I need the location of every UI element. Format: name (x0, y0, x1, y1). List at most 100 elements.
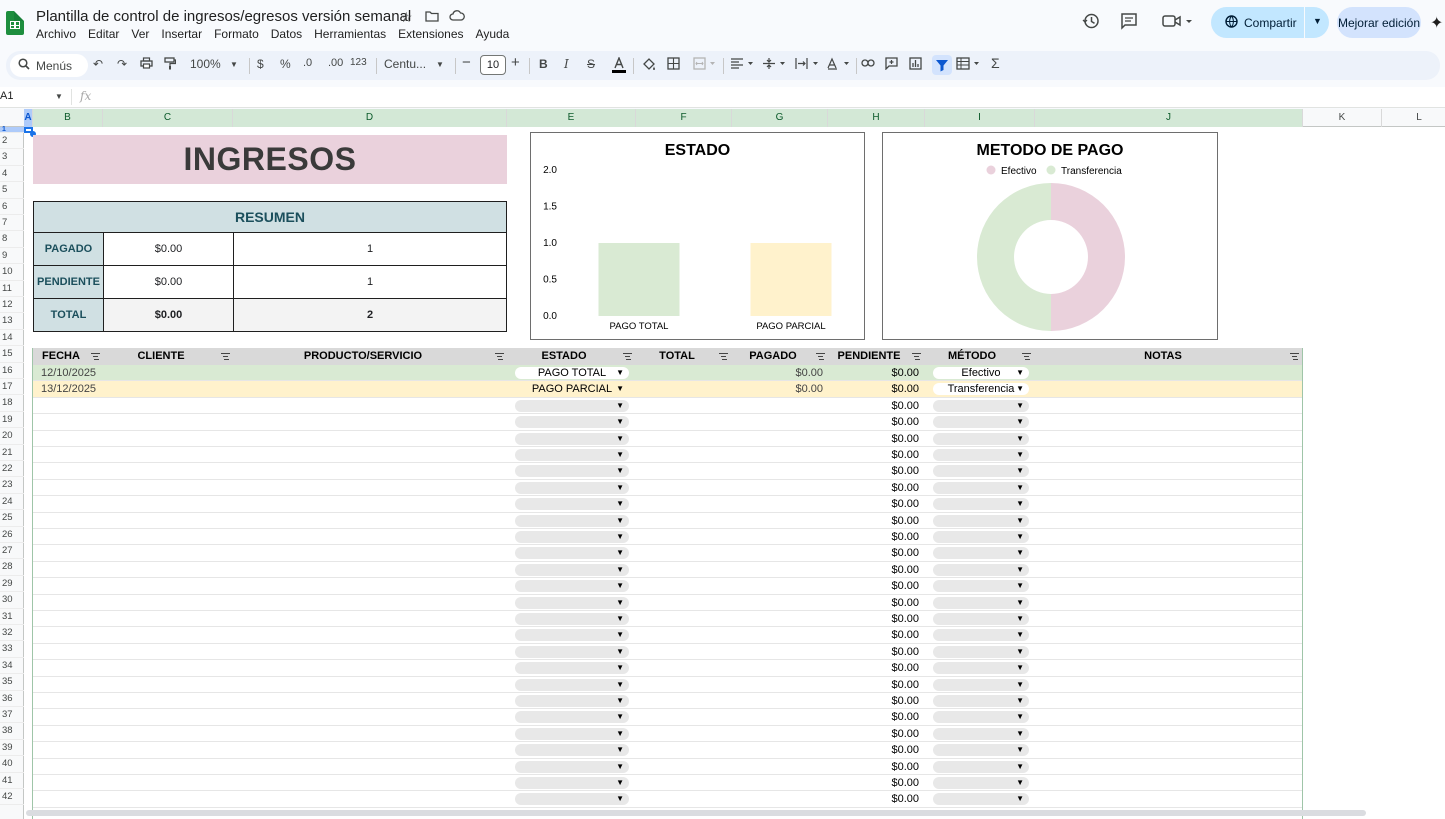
estado-dropdown[interactable]: ▼ (515, 678, 629, 691)
filter-total-icon[interactable] (719, 352, 728, 361)
row-header[interactable]: 26 (0, 527, 24, 543)
resumen-row-pendiente[interactable]: PENDIENTE $0.00 1 (33, 266, 507, 299)
star-icon[interactable]: ☆ (400, 9, 413, 26)
table-row[interactable]: ▼ $0.00 ▼ (33, 644, 1302, 661)
table-row[interactable]: ▼ $0.00 ▼ (33, 431, 1302, 447)
metodo-dropdown[interactable]: ▼ (933, 613, 1029, 625)
filter-cliente-icon[interactable] (221, 352, 230, 361)
metodo-dropdown[interactable]: Transferencia ▼ (933, 383, 1029, 396)
metodo-dropdown[interactable]: ▼ (933, 416, 1029, 429)
row-header[interactable]: 16 (0, 363, 24, 379)
metodo-dropdown[interactable]: ▼ (933, 760, 1029, 773)
gemini-sparkle-icon[interactable]: ✦ (1430, 13, 1443, 33)
header-producto[interactable]: PRODUCTO/SERVICIO (233, 348, 493, 365)
row-header[interactable]: 15 (0, 346, 24, 363)
estado-dropdown[interactable]: ▼ (515, 744, 629, 757)
row-header[interactable]: 23 (0, 477, 24, 494)
row-header[interactable]: 31 (0, 609, 24, 625)
estado-dropdown[interactable]: ▼ (515, 777, 629, 789)
estado-dropdown[interactable]: ▼ (515, 416, 629, 429)
share-dropdown-icon[interactable]: ▼ (1313, 16, 1322, 26)
row-header[interactable]: 2 (0, 133, 24, 150)
filter-metodo-icon[interactable] (1022, 352, 1031, 361)
row-header[interactable]: 13 (0, 313, 24, 330)
menu-ver[interactable]: Ver (131, 27, 155, 41)
filter-pendiente-icon[interactable] (912, 352, 921, 361)
row-header[interactable]: 5 (0, 182, 24, 199)
row-header[interactable]: 40 (0, 756, 24, 773)
metodo-dropdown[interactable]: ▼ (933, 711, 1029, 724)
resumen-row-pagado[interactable]: PAGADO $0.00 1 (33, 233, 507, 266)
zoom-dropdown-icon[interactable]: ▼ (230, 60, 238, 69)
row-header[interactable]: 10 (0, 264, 24, 281)
metodo-dropdown[interactable]: ▼ (933, 662, 1029, 675)
upgrade-button[interactable]: Mejorar edición (1337, 7, 1421, 38)
metodo-dropdown[interactable]: ▼ (933, 777, 1029, 789)
meet-video-icon[interactable] (1162, 12, 1192, 35)
undo-icon[interactable]: ↶ (93, 57, 103, 71)
row-header[interactable]: 12 (0, 297, 24, 314)
strikethrough-icon[interactable]: S (587, 57, 595, 71)
estado-dropdown[interactable]: ▼ (515, 580, 629, 593)
menu-formato[interactable]: Formato (214, 27, 265, 41)
estado-dropdown[interactable]: PAGO PARCIAL ▼ (515, 383, 629, 396)
comments-icon[interactable] (1120, 12, 1138, 35)
metodo-dropdown[interactable]: ▼ (933, 481, 1029, 494)
table-row[interactable]: ▼ $0.00 ▼ (33, 693, 1302, 710)
row-header[interactable]: 38 (0, 723, 24, 740)
estado-dropdown[interactable]: ▼ (515, 711, 629, 724)
horizontal-align-icon[interactable] (730, 57, 756, 73)
estado-chart[interactable]: ESTADO 0.0 0.5 1.0 1.5 2.0 PAGO TOTAL PAGO PAR… (530, 132, 865, 340)
table-row[interactable]: ▼ $0.00 ▼ (33, 627, 1302, 644)
estado-dropdown[interactable]: ▼ (515, 498, 629, 511)
metodo-dropdown[interactable]: ▼ (933, 793, 1029, 806)
bar-pago-total[interactable] (598, 243, 680, 316)
bar-pago-parcial[interactable] (750, 243, 832, 316)
metodo-dropdown[interactable]: ▼ (933, 744, 1029, 757)
row-header[interactable]: 11 (0, 281, 24, 297)
cloud-saved-icon[interactable] (449, 9, 465, 25)
table-row[interactable]: ▼ $0.00 ▼ (33, 398, 1302, 415)
header-fecha[interactable]: FECHA (37, 348, 85, 365)
row-header[interactable]: 34 (0, 658, 24, 675)
estado-dropdown[interactable]: ▼ (515, 695, 629, 707)
text-color-icon[interactable] (611, 56, 627, 76)
column-header-l[interactable]: L (1382, 109, 1445, 127)
metodo-dropdown[interactable]: ▼ (933, 580, 1029, 593)
metodo-dropdown[interactable]: ▼ (933, 465, 1029, 478)
row-header[interactable]: 35 (0, 674, 24, 691)
metodo-dropdown[interactable]: Efectivo ▼ (933, 367, 1029, 379)
metodo-dropdown[interactable]: ▼ (933, 514, 1029, 527)
row-header[interactable]: 39 (0, 740, 24, 757)
row-header[interactable]: 41 (0, 773, 24, 789)
table-row[interactable]: ▼ $0.00 ▼ (33, 480, 1302, 497)
menu-datos[interactable]: Datos (271, 27, 308, 41)
estado-dropdown[interactable]: ▼ (515, 613, 629, 625)
zoom-select[interactable]: 100% (190, 57, 221, 71)
menu-ayuda[interactable]: Ayuda (476, 27, 516, 41)
horizontal-scrollbar[interactable] (26, 810, 1366, 816)
insert-comment-icon[interactable] (885, 57, 898, 73)
header-pendiente[interactable]: PENDIENTE (829, 348, 909, 365)
row-header[interactable]: 9 (0, 248, 24, 265)
metodo-chart[interactable]: METODO DE PAGO Efectivo Transferencia (882, 132, 1218, 340)
move-folder-icon[interactable] (425, 9, 439, 25)
row-header[interactable]: 22 (0, 461, 24, 478)
metodo-dropdown[interactable]: ▼ (933, 399, 1029, 412)
metodo-dropdown[interactable]: ▼ (933, 449, 1029, 461)
more-formats-button[interactable]: 123 (350, 57, 367, 68)
table-row[interactable]: ▼ $0.00 ▼ (33, 414, 1302, 431)
table-row[interactable]: ▼ $0.00 ▼ (33, 611, 1302, 628)
estado-dropdown[interactable]: ▼ (515, 596, 629, 609)
row-header[interactable]: 3 (0, 149, 24, 166)
redo-icon[interactable]: ↷ (117, 57, 127, 71)
font-select[interactable]: Centu... (384, 57, 426, 71)
estado-dropdown[interactable]: ▼ (515, 465, 629, 478)
row-header[interactable]: 30 (0, 592, 24, 609)
increase-decimal-button[interactable]: .00 (328, 57, 343, 69)
estado-dropdown[interactable]: ▼ (515, 760, 629, 773)
row-header[interactable]: 20 (0, 428, 24, 445)
table-row[interactable]: ▼ $0.00 ▼ (33, 545, 1302, 562)
functions-icon[interactable]: Σ (991, 55, 1000, 71)
filter-icon[interactable] (932, 55, 952, 75)
